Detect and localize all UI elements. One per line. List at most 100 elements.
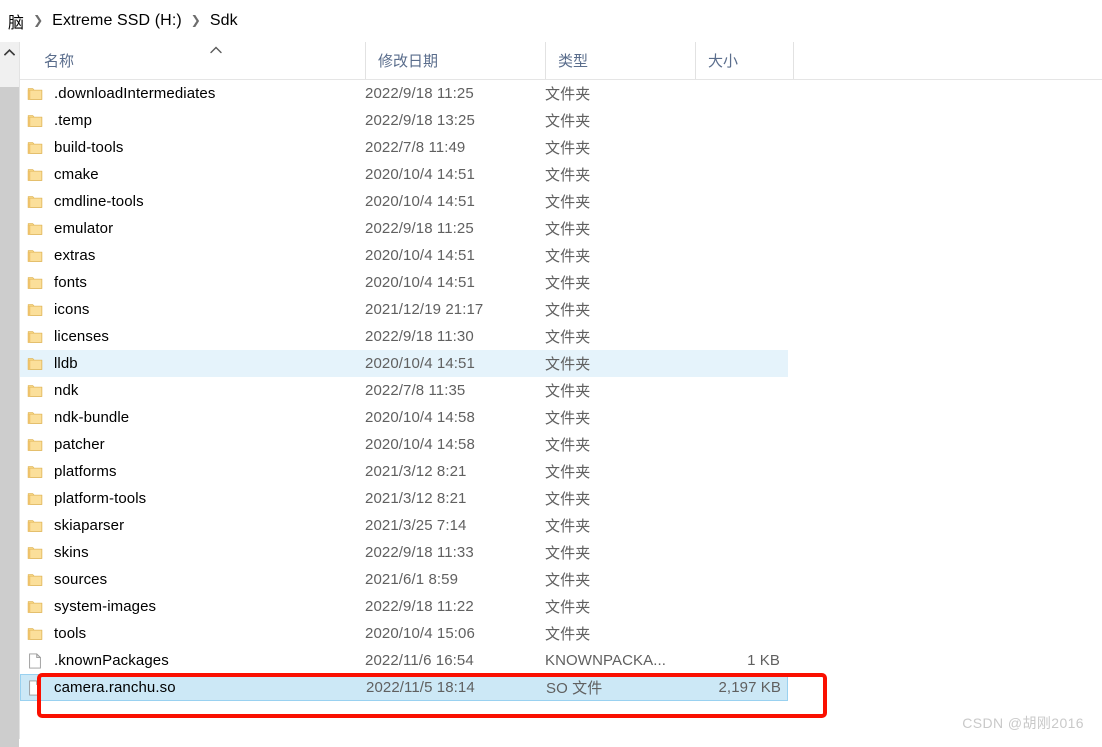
file-row-name-cell: build-tools <box>20 139 365 157</box>
file-row-date: 2020/10/4 14:58 <box>365 436 475 453</box>
file-row-date: 2020/10/4 15:06 <box>365 625 475 642</box>
file-row-name-cell: camera.ranchu.so <box>21 679 366 697</box>
file-row[interactable]: platform-tools 2021/3/12 8:21 文件夹 <box>20 485 788 512</box>
file-row-date: 2020/10/4 14:51 <box>365 193 475 210</box>
folder-icon <box>27 303 43 316</box>
file-row[interactable]: ndk-bundle 2020/10/4 14:58 文件夹 <box>20 404 788 431</box>
file-row[interactable]: platforms 2021/3/12 8:21 文件夹 <box>20 458 788 485</box>
folder-icon <box>27 168 43 181</box>
file-row[interactable]: skins 2022/9/18 11:33 文件夹 <box>20 539 788 566</box>
file-row[interactable]: lldb 2020/10/4 14:51 文件夹 <box>20 350 788 377</box>
file-row[interactable]: sources 2021/6/1 8:59 文件夹 <box>20 566 788 593</box>
file-row-type: KNOWNPACKA... <box>545 652 667 669</box>
file-row-size: 2,197 KB <box>718 679 781 696</box>
column-header-type[interactable]: 类型 <box>545 42 695 79</box>
scroll-up-button[interactable] <box>0 42 19 62</box>
file-row[interactable]: ndk 2022/7/8 11:35 文件夹 <box>20 377 788 404</box>
folder-icon <box>27 384 43 397</box>
file-row[interactable]: patcher 2020/10/4 14:58 文件夹 <box>20 431 788 458</box>
file-row-name-cell: licenses <box>20 328 365 346</box>
file-row-name-cell: cmdline-tools <box>20 193 365 211</box>
file-row-date: 2020/10/4 14:51 <box>365 274 475 291</box>
file-row-name: extras <box>54 247 96 264</box>
folder-icon <box>27 627 43 640</box>
file-row-name-cell: lldb <box>20 355 365 373</box>
file-row-name-cell: emulator <box>20 220 365 238</box>
file-row-name-cell: .knownPackages <box>20 652 365 670</box>
file-row[interactable]: extras 2020/10/4 14:51 文件夹 <box>20 242 788 269</box>
file-row-type: 文件夹 <box>545 599 591 616</box>
column-header-date-modified-label: 修改日期 <box>378 53 439 70</box>
file-row[interactable]: .downloadIntermediates 2022/9/18 11:25 文件夹 <box>20 80 788 107</box>
file-row-date: 2022/9/18 13:25 <box>365 112 475 129</box>
file-row-name-cell: cmake <box>20 166 365 184</box>
folder-icon <box>27 492 43 505</box>
file-row[interactable]: camera.ranchu.so 2022/11/5 18:14 SO 文件 2,19… <box>20 674 788 701</box>
file-row-type: 文件夹 <box>545 86 591 103</box>
file-row[interactable]: .knownPackages 2022/11/6 16:54 KNOWNPACKA.… <box>20 647 788 674</box>
breadcrumb-item-sdk[interactable]: Sdk <box>210 12 238 30</box>
file-row-date: 2020/10/4 14:58 <box>365 409 475 426</box>
file-row-date: 2021/12/19 21:17 <box>365 301 484 318</box>
vertical-scrollbar[interactable] <box>0 42 20 747</box>
file-row-date: 2021/6/1 8:59 <box>365 571 459 588</box>
file-row-name: licenses <box>54 328 109 345</box>
file-row-name: fonts <box>54 274 88 291</box>
file-row-type: 文件夹 <box>545 491 591 508</box>
file-row-name: sources <box>54 571 108 588</box>
folder-icon <box>27 87 43 100</box>
file-row[interactable]: licenses 2022/9/18 11:30 文件夹 <box>20 323 788 350</box>
file-row-name-cell: platforms <box>20 463 365 481</box>
file-row-name: system-images <box>54 598 157 615</box>
file-row-type: 文件夹 <box>545 221 591 238</box>
column-header-date-modified[interactable]: 修改日期 <box>365 42 545 79</box>
file-row[interactable]: tools 2020/10/4 15:06 文件夹 <box>20 620 788 647</box>
column-header-name[interactable]: 名称 <box>20 42 365 79</box>
file-row-date: 2021/3/12 8:21 <box>365 463 467 480</box>
folder-icon <box>27 600 43 613</box>
file-row[interactable]: icons 2021/12/19 21:17 文件夹 <box>20 296 788 323</box>
file-row-type: 文件夹 <box>545 383 591 400</box>
file-row[interactable]: fonts 2020/10/4 14:51 文件夹 <box>20 269 788 296</box>
file-row-type: 文件夹 <box>545 167 591 184</box>
file-row-date: 2022/9/18 11:25 <box>365 85 474 102</box>
file-row-size: 1 KB <box>747 652 780 669</box>
column-header-type-label: 类型 <box>558 53 589 70</box>
file-row[interactable]: emulator 2022/9/18 11:25 文件夹 <box>20 215 788 242</box>
file-row-name: cmake <box>54 166 99 183</box>
file-row-date: 2020/10/4 14:51 <box>365 247 475 264</box>
file-row-name: .knownPackages <box>54 652 169 669</box>
file-icon <box>29 652 41 669</box>
file-row-type: 文件夹 <box>545 140 591 157</box>
file-row-name: .temp <box>54 112 93 129</box>
file-row[interactable]: cmake 2020/10/4 14:51 文件夹 <box>20 161 788 188</box>
breadcrumb-bar[interactable]: 脑 ❯ Extreme SSD (H:) ❯ Sdk <box>0 0 1102 42</box>
file-row-date: 2022/9/18 11:30 <box>365 328 474 345</box>
file-row-type: 文件夹 <box>545 275 591 292</box>
file-row-name: .downloadIntermediates <box>54 85 216 102</box>
file-row-date: 2021/3/25 7:14 <box>365 517 467 534</box>
folder-icon <box>27 411 43 424</box>
file-row[interactable]: build-tools 2022/7/8 11:49 文件夹 <box>20 134 788 161</box>
file-row[interactable]: skiaparser 2021/3/25 7:14 文件夹 <box>20 512 788 539</box>
folder-icon <box>27 330 43 343</box>
file-row-name: platform-tools <box>54 490 147 507</box>
file-row-date: 2020/10/4 14:51 <box>365 166 475 183</box>
scrollbar-thumb[interactable] <box>0 87 19 747</box>
chevron-up-icon <box>4 48 15 56</box>
folder-icon <box>27 222 43 235</box>
folder-icon <box>27 195 43 208</box>
folder-icon <box>27 519 43 532</box>
column-header-size[interactable]: 大小 <box>695 42 793 79</box>
breadcrumb-item-this-pc[interactable]: 脑 <box>8 9 24 33</box>
folder-icon <box>27 546 43 559</box>
file-row[interactable]: system-images 2022/9/18 11:22 文件夹 <box>20 593 788 620</box>
breadcrumb-item-extreme-ssd[interactable]: Extreme SSD (H:) <box>52 12 182 30</box>
file-row[interactable]: cmdline-tools 2020/10/4 14:51 文件夹 <box>20 188 788 215</box>
file-row-name: build-tools <box>54 139 124 156</box>
file-list[interactable]: .downloadIntermediates 2022/9/18 11:25 文件夹… <box>20 80 1102 739</box>
file-row[interactable]: .temp 2022/9/18 13:25 文件夹 <box>20 107 788 134</box>
file-row-name: ndk <box>54 382 79 399</box>
file-row-date: 2022/9/18 11:25 <box>365 220 474 237</box>
column-header-spacer[interactable] <box>793 42 833 79</box>
